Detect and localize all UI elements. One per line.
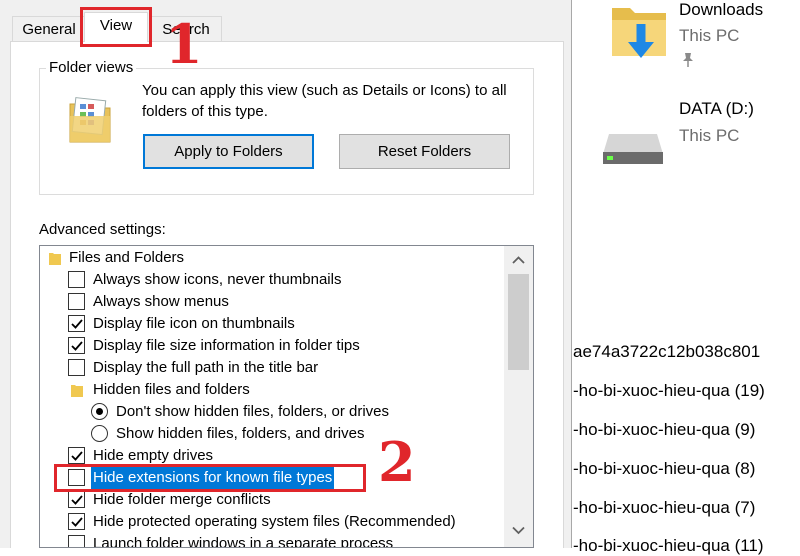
file-item[interactable]: -ho-bi-xuoc-hieu-qua (9)	[573, 420, 755, 440]
checkbox-checked[interactable]	[68, 513, 85, 530]
downloads-title[interactable]: Downloads	[679, 0, 763, 20]
advanced-settings-tree[interactable]: Files and Folders Always show icons, nev…	[39, 245, 534, 548]
file-item[interactable]: -ho-bi-xuoc-hieu-qua (19)	[573, 381, 765, 401]
annotation-number-2: 2	[378, 430, 416, 494]
drive-icon	[603, 134, 663, 164]
file-item[interactable]: -ho-bi-xuoc-hieu-qua (8)	[573, 459, 755, 479]
downloads-subtitle: This PC	[679, 26, 740, 45]
checkmark-icon	[71, 319, 83, 329]
checkbox-checked[interactable]	[68, 337, 85, 354]
scroll-up-icon[interactable]	[504, 250, 533, 270]
checkbox-checked[interactable]	[68, 491, 85, 508]
tree-item-label: Hidden files and folders	[93, 381, 250, 398]
annotation-box-hide-extensions	[54, 464, 366, 492]
option-label: Launch folder windows in a separate proc…	[93, 535, 394, 548]
checkbox[interactable]	[68, 293, 85, 310]
reset-folders-label: Reset Folders	[377, 143, 472, 160]
tab-general-label: General	[22, 21, 76, 38]
folder-views-icon	[69, 97, 111, 143]
folder-views-description: You can apply this view (such as Details…	[142, 82, 507, 120]
option-label: Always show menus	[93, 293, 229, 310]
reset-folders-button[interactable]: Reset Folders	[339, 134, 510, 169]
checkbox-checked[interactable]	[68, 315, 85, 332]
data-drive-title[interactable]: DATA (D:)	[679, 99, 754, 119]
checkbox[interactable]	[68, 535, 85, 547]
radio[interactable]	[91, 425, 108, 442]
folder-icon	[49, 253, 61, 265]
option-label: Display file icon on thumbnails	[93, 315, 295, 332]
folder-views-title: Folder views	[46, 59, 137, 76]
option-label: Hide protected operating system files (R…	[93, 513, 456, 530]
tree-item-label: Files and Folders	[69, 249, 185, 266]
folder-icon	[71, 385, 83, 397]
option-label: Hide folder merge conflicts	[93, 491, 271, 508]
file-explorer-panel: Downloads This PC DATA (D:) This PC ae74…	[573, 0, 800, 555]
file-item[interactable]: -ho-bi-xuoc-hieu-qua (11)	[573, 536, 764, 556]
option-label: Always show icons, never thumbnails	[93, 271, 342, 288]
file-item[interactable]: -ho-bi-xuoc-hieu-qua (7)	[573, 498, 755, 518]
tab-view-label: View	[99, 17, 133, 34]
advanced-settings-label: Advanced settings:	[39, 221, 166, 238]
radio-selected[interactable]	[91, 403, 108, 420]
pin-icon	[683, 53, 693, 67]
scrollbar-thumb[interactable]	[508, 274, 529, 370]
file-item[interactable]: ae74a3722c12b038c801	[573, 342, 760, 362]
tab-view[interactable]: View	[84, 12, 148, 42]
apply-to-folders-button[interactable]: Apply to Folders	[143, 134, 314, 169]
checkmark-icon	[71, 495, 83, 505]
checkmark-icon	[71, 517, 83, 527]
tab-general[interactable]: General	[12, 16, 86, 42]
data-drive-subtitle: This PC	[679, 126, 740, 145]
checkbox-checked[interactable]	[68, 447, 85, 464]
option-label: Display file size information in folder …	[93, 337, 360, 354]
checkbox[interactable]	[68, 271, 85, 288]
download-folder-icon	[612, 8, 666, 58]
apply-to-folders-label: Apply to Folders	[174, 143, 283, 160]
checkmark-icon	[71, 451, 83, 461]
tree-scrollbar[interactable]	[504, 246, 533, 547]
annotation-number-1: 1	[165, 12, 203, 76]
checkmark-icon	[71, 341, 83, 351]
checkbox[interactable]	[68, 359, 85, 376]
scroll-down-icon[interactable]	[504, 520, 533, 540]
option-label: Show hidden files, folders, and drives	[116, 425, 365, 442]
folder-options-dialog: General Search View Folder views You can…	[0, 0, 572, 548]
option-label: Display the full path in the title bar	[93, 359, 319, 376]
option-label: Don't show hidden files, folders, or dri…	[116, 403, 389, 420]
